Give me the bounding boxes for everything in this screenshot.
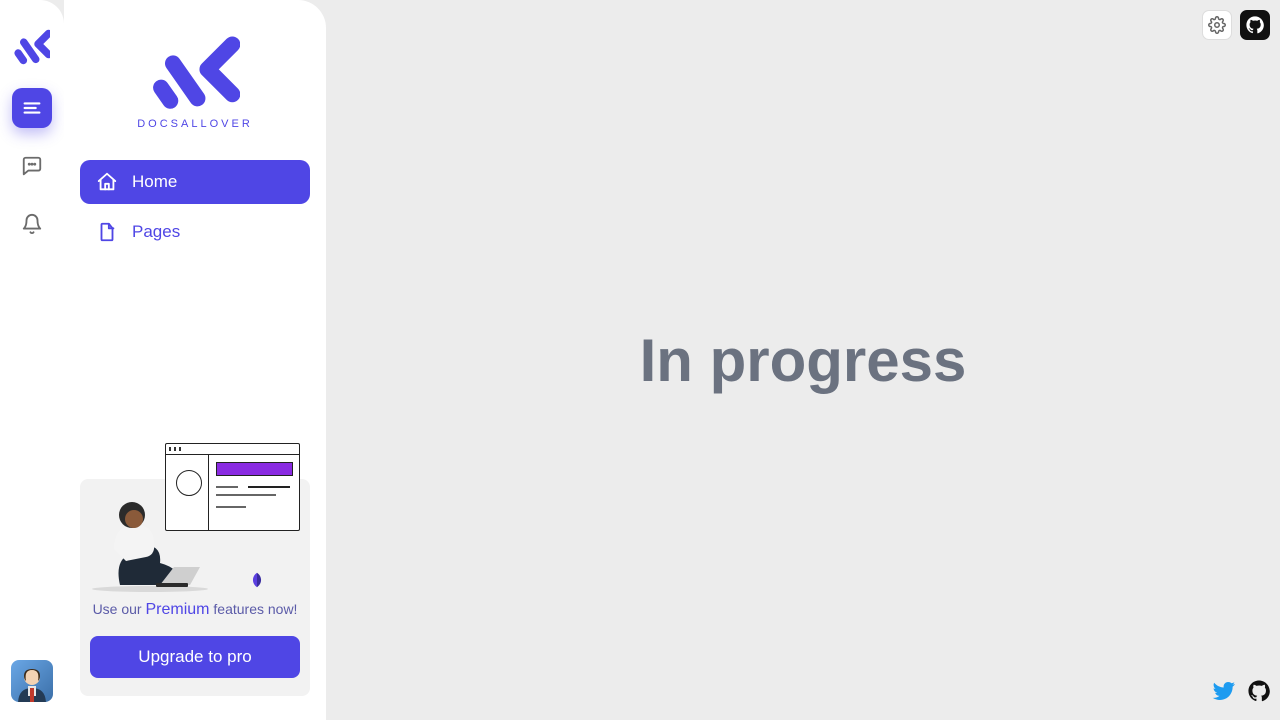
brand-logo: DOCSALLOVER <box>80 32 310 130</box>
top-actions <box>1202 10 1270 40</box>
rail <box>0 0 64 720</box>
gear-icon <box>1208 16 1226 34</box>
brand-icon <box>14 26 50 68</box>
rail-menu-button[interactable] <box>12 88 52 128</box>
brand-icon-large <box>150 32 240 112</box>
menu-icon <box>21 97 43 119</box>
sidebar-item-label: Home <box>132 172 177 192</box>
brand-mini-logo <box>14 24 50 70</box>
promo-post: features now! <box>210 601 298 617</box>
file-icon <box>96 221 118 243</box>
social-links <box>1212 679 1270 708</box>
person-laptop-icon <box>90 493 210 593</box>
github-button[interactable] <box>1240 10 1270 40</box>
bell-icon <box>21 213 43 235</box>
promo-text: Use our Premium features now! <box>90 599 300 620</box>
avatar-icon <box>12 662 52 702</box>
upgrade-button[interactable]: Upgrade to pro <box>90 636 300 678</box>
github-icon <box>1248 680 1270 702</box>
leaf-icon <box>248 571 266 589</box>
brand-name: DOCSALLOVER <box>137 118 253 130</box>
rail-notifications-button[interactable] <box>12 204 52 244</box>
home-icon <box>96 171 118 193</box>
sidebar-item-pages[interactable]: Pages <box>80 210 310 254</box>
sidebar-item-home[interactable]: Home <box>80 160 310 204</box>
github-icon <box>1246 16 1264 34</box>
sidebar-panel: DOCSALLOVER Home Pages <box>64 0 326 720</box>
sidebar-item-label: Pages <box>132 222 180 242</box>
twitter-icon <box>1212 679 1236 703</box>
rail-chat-button[interactable] <box>12 146 52 186</box>
promo-pre: Use our <box>93 601 146 617</box>
page-title: In progress <box>640 326 967 395</box>
main-content: In progress <box>326 0 1280 720</box>
promo-card: Use our Premium features now! Upgrade to… <box>80 479 310 696</box>
github-link[interactable] <box>1248 680 1270 707</box>
settings-button[interactable] <box>1202 10 1232 40</box>
promo-illustration <box>90 443 300 593</box>
avatar[interactable] <box>11 660 53 702</box>
chat-icon <box>21 155 43 177</box>
twitter-link[interactable] <box>1212 679 1236 708</box>
promo-mid: Premium <box>145 601 209 618</box>
